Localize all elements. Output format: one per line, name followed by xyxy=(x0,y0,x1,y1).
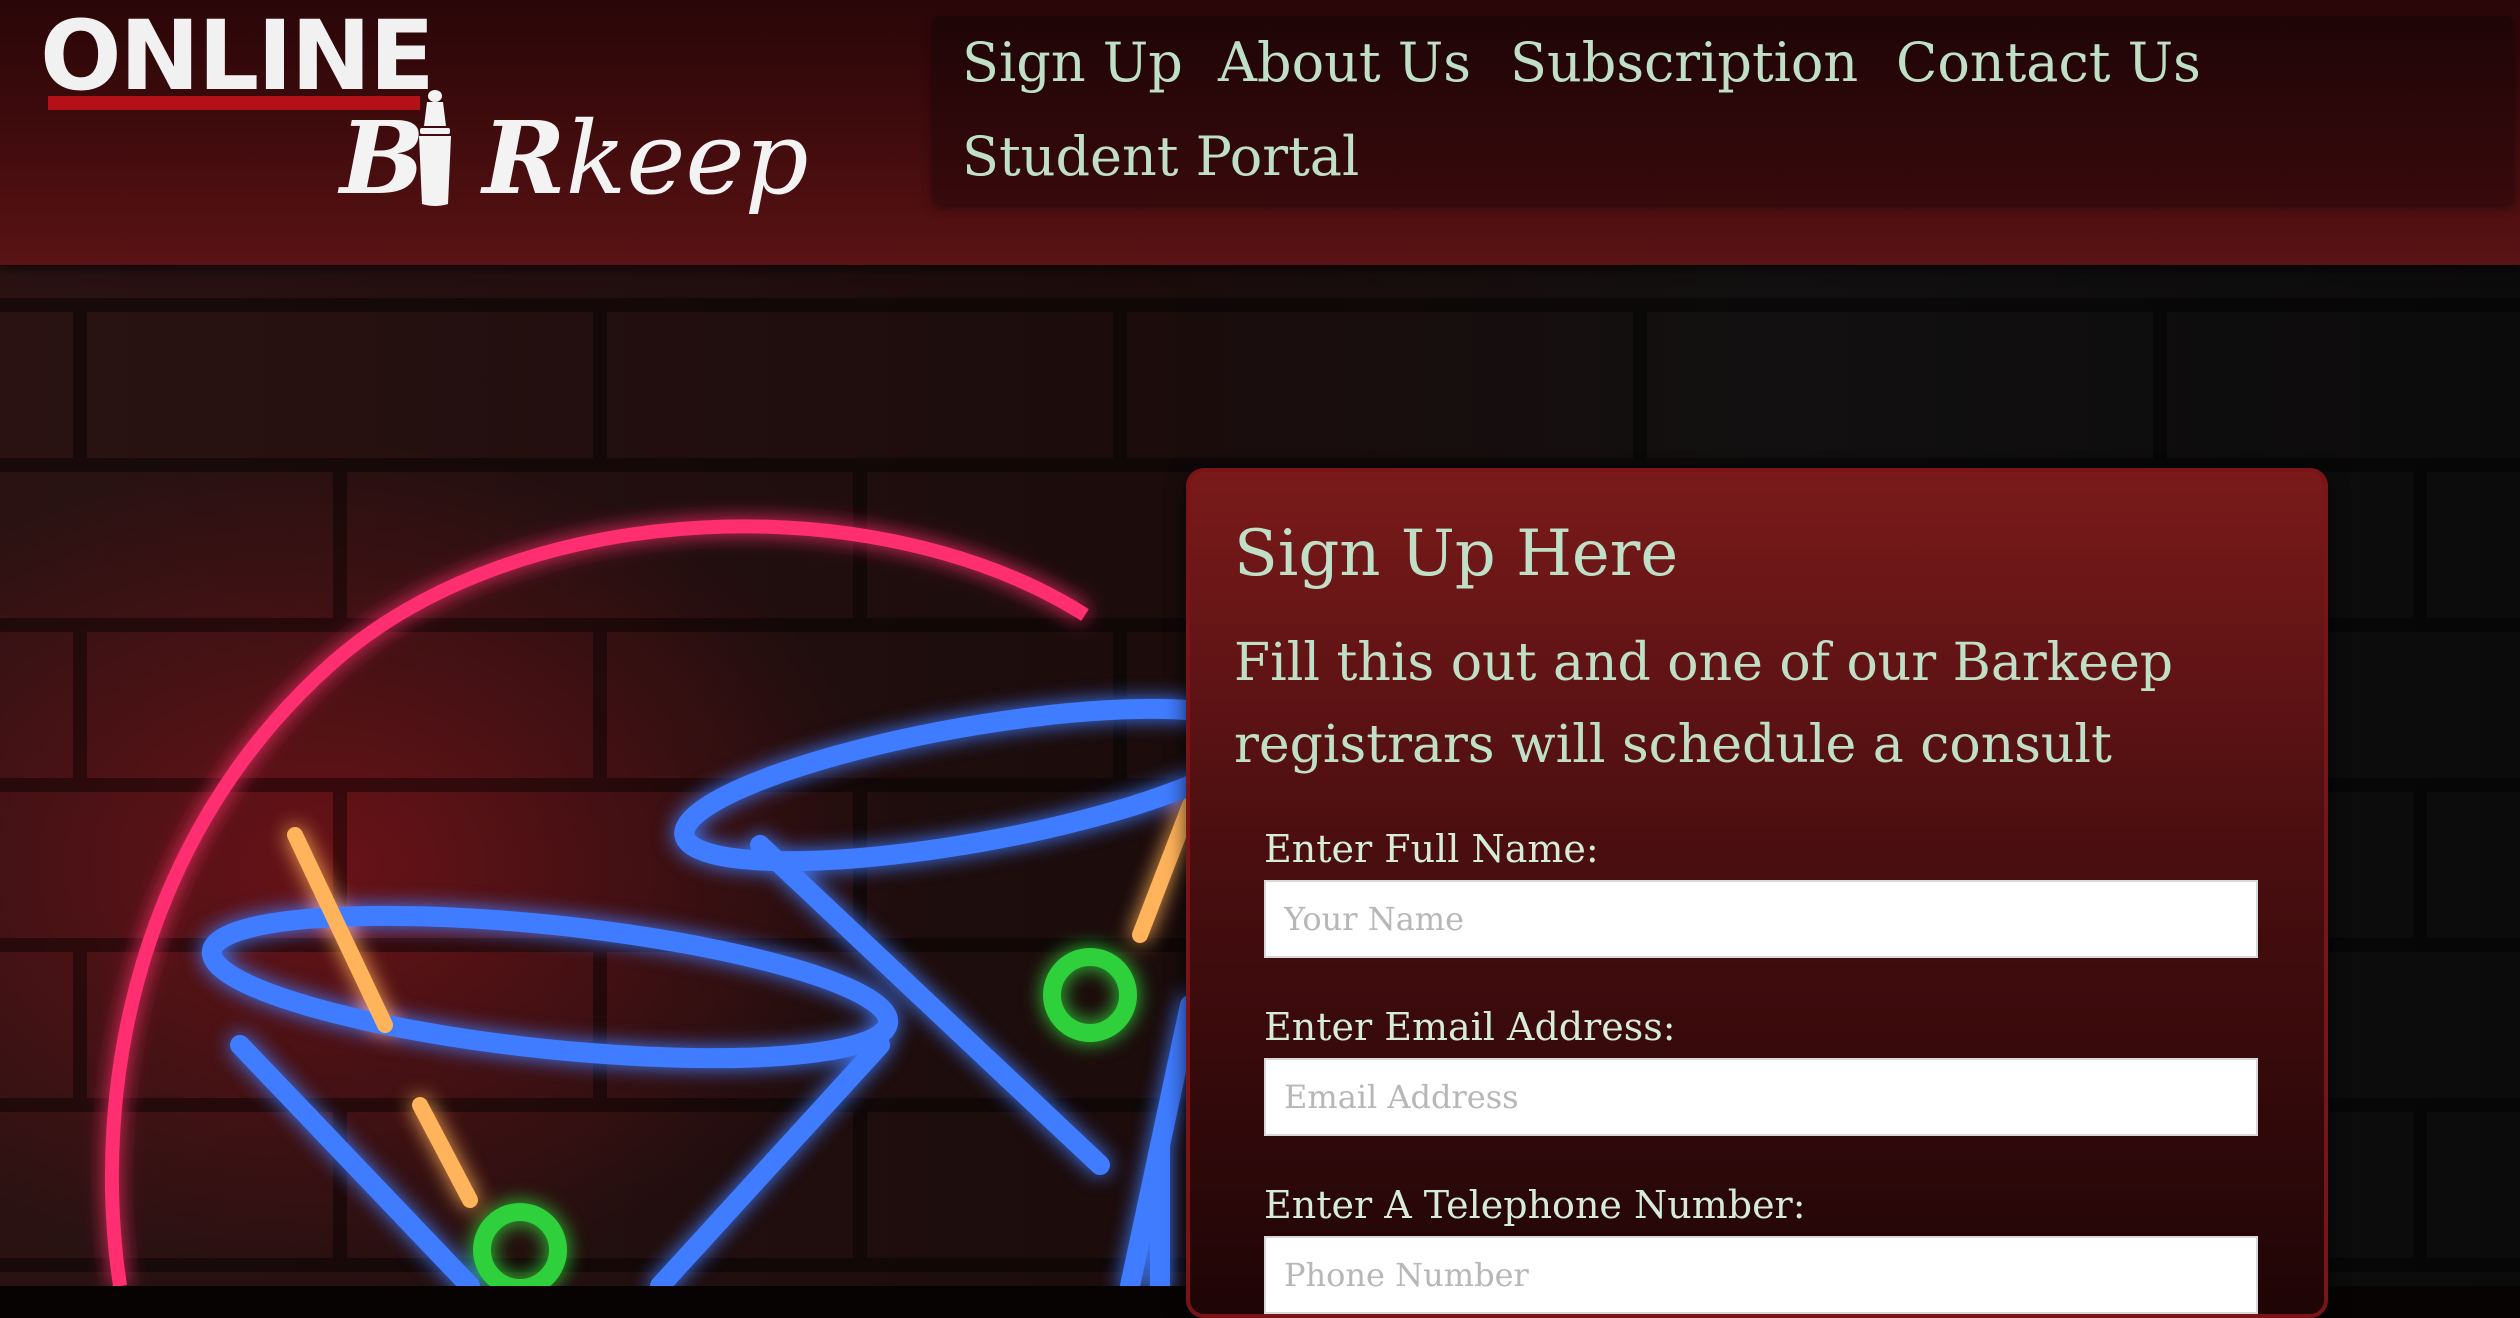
nav-contact-us[interactable]: Contact Us xyxy=(1896,36,2201,90)
full-name-input[interactable] xyxy=(1264,880,2258,958)
logo-keep: keep xyxy=(565,100,809,217)
email-input[interactable] xyxy=(1264,1058,2258,1136)
email-label: Enter Email Address: xyxy=(1264,1005,1676,1049)
nav-subscription[interactable]: Subscription xyxy=(1510,36,1858,90)
signup-form: Sign Up Here Fill this out and one of ou… xyxy=(1186,468,2328,1318)
form-title: Sign Up Here xyxy=(1234,517,1679,591)
phone-input[interactable] xyxy=(1264,1236,2258,1314)
phone-label: Enter A Telephone Number: xyxy=(1264,1183,1806,1227)
site-logo[interactable]: ONLINE B Rkeep xyxy=(40,0,809,218)
cocktail-shaker-icon xyxy=(419,90,451,206)
nav-about-us[interactable]: About Us xyxy=(1218,36,1471,90)
main-nav: Sign Up About Us Subscription Contact Us… xyxy=(932,16,2514,204)
nav-sign-up[interactable]: Sign Up xyxy=(962,36,1183,90)
nav-student-portal[interactable]: Student Portal xyxy=(962,130,1359,184)
neon-circle-arc xyxy=(104,519,1089,1286)
neon-martini-sign xyxy=(104,519,1200,1286)
site-header: ONLINE B Rkeep Sign Up About Us Subscript… xyxy=(0,0,2520,265)
logo-online-text: ONLINE xyxy=(40,0,435,112)
form-subtitle: Fill this out and one of our Barkeep reg… xyxy=(1234,633,2174,775)
logo-letter-r: R xyxy=(482,99,566,217)
full-name-label: Enter Full Name: xyxy=(1264,827,1599,871)
